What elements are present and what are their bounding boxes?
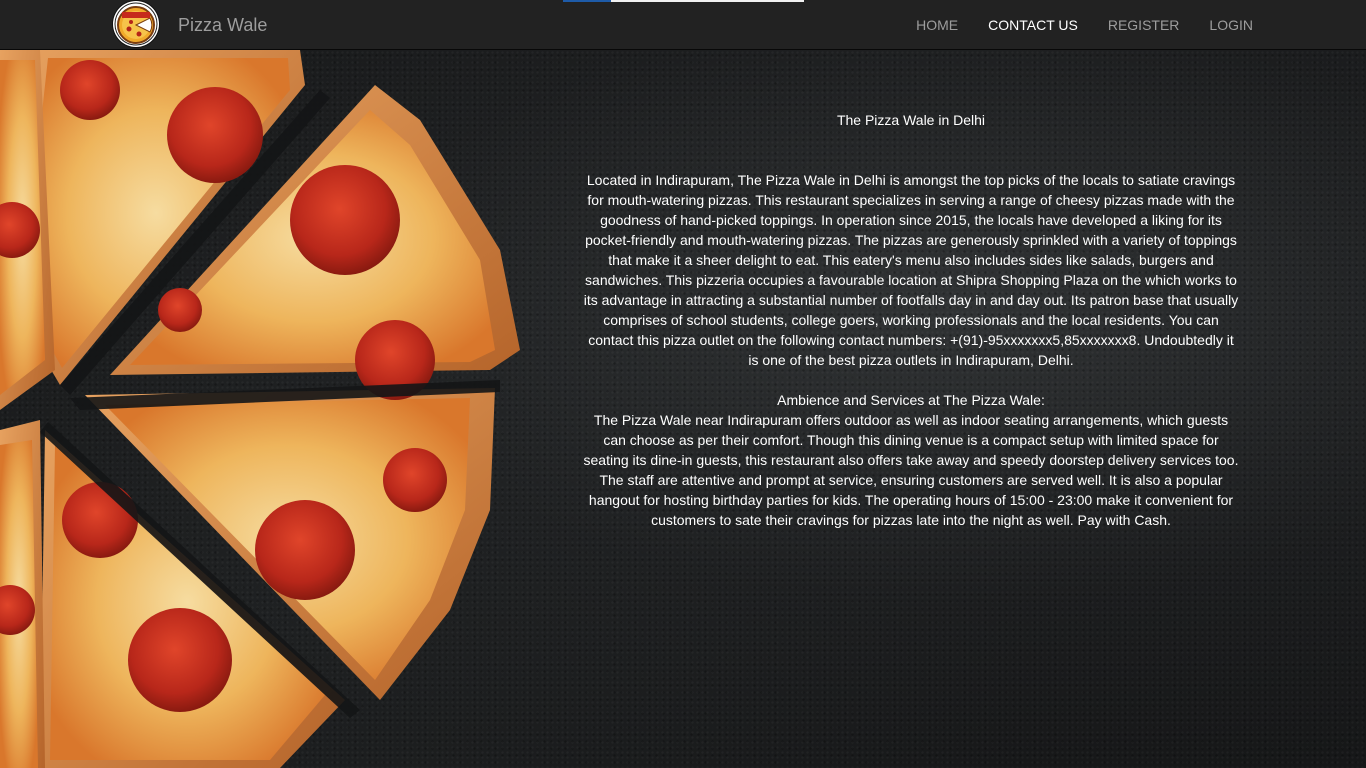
loading-progress-bar xyxy=(563,0,804,2)
intro-paragraph: Located in Indirapuram, The Pizza Wale i… xyxy=(583,172,1239,368)
nav-item-contact-us[interactable]: CONTACT US xyxy=(973,0,1093,50)
pizza-hero-image xyxy=(0,50,520,768)
pizza-logo-icon[interactable] xyxy=(113,1,159,47)
page-heading: The Pizza Wale in Delhi xyxy=(836,112,986,128)
page: Pizza Wale HOME CONTACT US REGISTER LOGI… xyxy=(0,0,1366,768)
pizza-logo-graphic xyxy=(114,2,158,46)
ambience-heading: Ambience and Services at The Pizza Wale: xyxy=(777,392,1045,408)
nav-item-login[interactable]: LOGIN xyxy=(1194,0,1268,50)
navbar: Pizza Wale HOME CONTACT US REGISTER LOGI… xyxy=(0,0,1366,50)
loading-progress-fill xyxy=(563,0,612,2)
brand-name[interactable]: Pizza Wale xyxy=(178,14,267,36)
about-content: The Pizza Wale in Delhi Located in Indir… xyxy=(582,110,1240,530)
nav-menu: HOME CONTACT US REGISTER LOGIN xyxy=(901,0,1268,50)
nav-item-home[interactable]: HOME xyxy=(901,0,973,50)
nav-item-register[interactable]: REGISTER xyxy=(1093,0,1195,50)
ambience-paragraph: The Pizza Wale near Indirapuram offers o… xyxy=(583,412,1239,528)
